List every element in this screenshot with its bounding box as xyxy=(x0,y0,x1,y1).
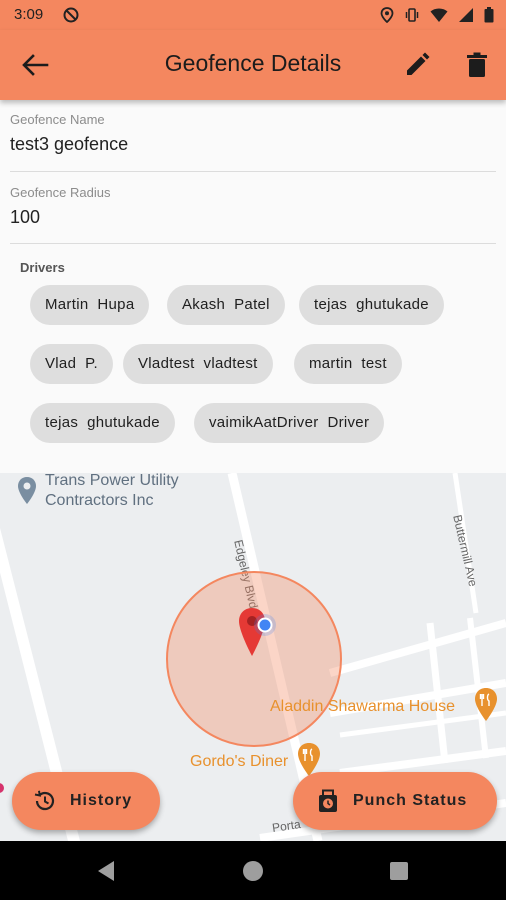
status-icons xyxy=(380,7,494,23)
geofence-name-label: Geofence Name xyxy=(10,112,105,127)
current-location-dot-icon xyxy=(254,614,276,636)
driver-chip[interactable]: tejas ghutukade xyxy=(299,285,444,325)
map-poi-dot xyxy=(0,783,4,793)
edit-pencil-icon[interactable] xyxy=(403,51,431,79)
geofence-name-value: test3 geofence xyxy=(10,134,129,154)
wifi-icon xyxy=(430,8,448,22)
nav-recents-icon[interactable] xyxy=(390,862,408,880)
app-bar: Geofence Details xyxy=(0,30,506,100)
driver-chip[interactable]: tejas ghutukade xyxy=(30,403,175,443)
punch-clock-icon xyxy=(319,789,337,812)
driver-chip[interactable]: Vlad P. xyxy=(30,344,113,384)
nav-back-icon[interactable] xyxy=(96,860,116,882)
status-time: 3:09 xyxy=(14,6,44,23)
history-button[interactable]: History xyxy=(12,772,160,830)
driver-chip[interactable]: Akash Patel xyxy=(167,285,285,325)
map-label-line: Trans Power Utility xyxy=(45,473,179,489)
history-label: History xyxy=(70,792,133,809)
punch-status-button[interactable]: Punch Status xyxy=(293,772,497,830)
do-not-disturb-icon xyxy=(63,7,79,23)
location-icon xyxy=(380,7,394,23)
delete-trash-icon[interactable] xyxy=(463,51,491,79)
map-label-aladdin: Aladdin Shawarma House xyxy=(270,698,455,715)
drivers-label: Drivers xyxy=(20,260,65,275)
vibrate-icon xyxy=(405,8,419,22)
nav-home-icon[interactable] xyxy=(242,860,264,882)
restaurant-pin-icon xyxy=(475,688,497,721)
driver-chip[interactable]: vaimikAatDriver Driver xyxy=(194,403,385,443)
map-pin-gray-icon xyxy=(18,477,36,504)
battery-icon xyxy=(484,7,494,23)
geofence-details-panel: Geofence Name test3 geofence Geofence Ra… xyxy=(0,100,506,473)
status-bar: 3:09 xyxy=(0,0,506,30)
map-label-gordos: Gordo's Diner xyxy=(190,753,289,770)
geofence-circle xyxy=(166,571,342,747)
geofence-radius-label: Geofence Radius xyxy=(10,185,111,200)
driver-chip[interactable]: martin test xyxy=(294,344,402,384)
signal-icon xyxy=(459,8,473,22)
history-icon xyxy=(34,790,55,811)
driver-chip[interactable]: Martin Hupa xyxy=(30,285,150,325)
geofence-radius-value: 100 xyxy=(10,207,41,227)
map-poi-partial xyxy=(0,773,6,813)
geofence-name-field: Geofence Name test3 geofence xyxy=(10,112,496,172)
map-label-trans-power: Trans Power Utility Contractors Inc xyxy=(45,473,179,511)
system-nav-bar xyxy=(0,841,506,900)
map-label-line: Contractors Inc xyxy=(45,492,154,509)
driver-chip[interactable]: Vladtest vladtest xyxy=(123,344,273,384)
punch-status-label: Punch Status xyxy=(353,792,468,809)
geofence-radius-field: Geofence Radius 100 xyxy=(10,185,496,244)
